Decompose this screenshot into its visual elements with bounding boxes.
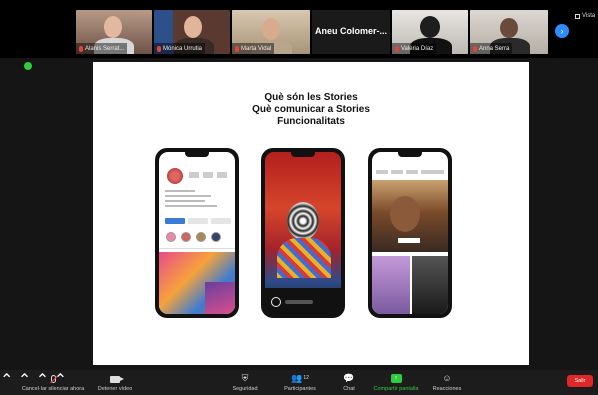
- presentation-slide: Què són les Stories Què comunicar a Stor…: [93, 62, 529, 365]
- participant-name: Anna Serra: [479, 45, 510, 52]
- muted-mic-icon: [79, 46, 83, 52]
- participants-label: Participantes: [284, 386, 316, 392]
- chat-label: Chat: [343, 386, 355, 392]
- participant-tile[interactable]: Valèria Díaz: [392, 10, 468, 54]
- slide-title-line: Què són les Stories: [264, 92, 358, 103]
- view-label: Vista: [582, 13, 596, 19]
- stop-video-label: Detener vídeo: [97, 386, 133, 392]
- participant-name: Alanis Serrat...: [85, 45, 125, 52]
- phone-mockup-feed: [368, 148, 452, 318]
- chat-bubble-icon: 💬: [343, 373, 355, 383]
- chat-button[interactable]: 💬 Chat: [338, 370, 360, 395]
- participant-tile[interactable]: Mónica Urrutia: [154, 10, 230, 54]
- security-label: Seguridad: [232, 386, 258, 392]
- muted-mic-icon: [395, 46, 399, 52]
- phone-mockup-story: [261, 148, 345, 318]
- participant-name: Mónica Urrutia: [163, 45, 203, 52]
- slide-title: Què són les Stories Què comunicar a Stor…: [93, 92, 529, 128]
- participant-strip: Alanis Serrat... Mónica Urrutia Marta Vi…: [0, 0, 598, 56]
- next-page-icon[interactable]: ›: [555, 24, 569, 38]
- phone-screen: [265, 152, 341, 314]
- share-screen-button[interactable]: ↑ Compartir pantalla: [370, 370, 422, 395]
- phone-mockup-profile: [155, 148, 239, 318]
- meeting-toolbar: Cancel·lar silenciar ahora ⌃ Detener víd…: [0, 370, 598, 395]
- slide-title-line: Funcionalitats: [277, 116, 345, 127]
- people-icon: 👥: [291, 373, 303, 383]
- view-button[interactable]: Vista: [575, 13, 595, 19]
- participant-name-large: Aneu Colomer-...: [314, 26, 387, 36]
- participant-name: Marta Vidal: [241, 45, 272, 52]
- muted-mic-icon: [473, 46, 477, 52]
- participant-tile[interactable]: Anna Serra: [470, 10, 548, 54]
- share-screen-icon: ↑: [390, 374, 402, 383]
- unmute-button[interactable]: Cancel·lar silenciar ahora: [22, 370, 84, 395]
- video-camera-icon: [110, 376, 124, 383]
- phone-screen: [372, 152, 448, 314]
- participant-tile[interactable]: Aneu Colomer-...: [312, 10, 390, 54]
- stop-video-button[interactable]: Detener vídeo: [95, 370, 135, 395]
- muted-mic-icon: [50, 375, 56, 383]
- muted-mic-icon: [235, 46, 239, 52]
- unmute-label: Cancel·lar silenciar ahora: [21, 386, 85, 392]
- encryption-shield-icon[interactable]: [24, 62, 32, 70]
- participant-name: Valèria Díaz: [401, 45, 434, 52]
- smiley-plus-icon: ☺: [442, 373, 452, 383]
- security-button[interactable]: ⛨ Seguridad: [230, 370, 260, 395]
- slide-title-line: Què comunicar a Stories: [252, 104, 370, 115]
- shield-icon: ⛨: [241, 373, 249, 383]
- share-screen-label: Compartir pantalla: [373, 386, 419, 392]
- camera-shutter-icon: [271, 297, 281, 307]
- profile-avatar: [167, 168, 183, 184]
- phone-screen: [159, 152, 235, 314]
- participant-tile[interactable]: Alanis Serrat...: [76, 10, 152, 54]
- participants-count: 12: [303, 375, 309, 381]
- chevron-up-icon[interactable]: ⌃: [0, 372, 13, 389]
- participant-tile[interactable]: Marta Vidal: [232, 10, 310, 54]
- leave-button[interactable]: Salir: [567, 375, 593, 387]
- muted-mic-icon: [157, 46, 161, 52]
- participants-button[interactable]: 👥 12 Participantes: [280, 370, 320, 395]
- reactions-button[interactable]: ☺ Reacciones: [430, 370, 464, 395]
- gallery-view-icon: [575, 13, 580, 19]
- reactions-label: Reacciones: [432, 386, 462, 392]
